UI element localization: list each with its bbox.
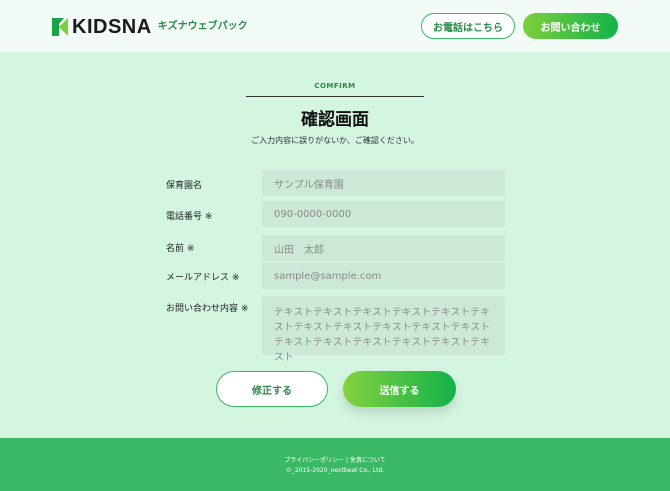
edit-button[interactable]: 修正する: [216, 371, 328, 407]
school-field: サンプル保育園: [262, 170, 505, 196]
name-field: 山田 太郎: [262, 235, 505, 261]
logo-text: KIDSNA: [72, 16, 152, 38]
phone-label: 電話番号 ※: [166, 212, 213, 222]
kidsna-logo-icon: [52, 18, 68, 36]
message-field: テキストテキストテキストテキストテキストテキストテキストテキストテキストテキスト…: [262, 296, 505, 363]
site-footer: プライバシーポリシー | 免責について ©_2015-2020_nextbeat…: [0, 438, 670, 491]
submit-button[interactable]: 送信する: [343, 371, 456, 407]
site-header: KIDSNA キズナウェブパック お電話はこちら お問い合わせ: [0, 0, 670, 52]
footer-links: プライバシーポリシー | 免責について: [0, 455, 670, 464]
email-field: sample@sample.com: [262, 263, 505, 289]
phone-field: 090-0000-0000: [262, 201, 505, 227]
school-label: 保育園名: [166, 181, 203, 191]
phone-button[interactable]: お電話はこちら: [421, 13, 515, 39]
contact-button[interactable]: お問い合わせ: [523, 13, 618, 39]
terms-link[interactable]: 免責について: [350, 457, 386, 464]
page-title: 確認画面: [301, 110, 369, 130]
section-eyebrow: COMFIRM: [314, 82, 356, 90]
footer-separator: |: [346, 457, 349, 464]
email-label: メールアドレス ※: [166, 273, 240, 283]
divider: [246, 96, 424, 97]
copyright: ©_2015-2020_nextbeat Co., Ltd.: [285, 467, 385, 474]
privacy-link[interactable]: プライバシーポリシー: [284, 457, 344, 464]
name-label: 名前 ※: [166, 244, 195, 254]
logo[interactable]: KIDSNA キズナウェブパック: [52, 16, 248, 38]
message-label: お問い合わせ内容 ※: [166, 304, 249, 314]
page-lead: ご入力内容に誤りがないか、ご確認ください。: [251, 136, 419, 145]
logo-subtitle: キズナウェブパック: [157, 21, 248, 32]
